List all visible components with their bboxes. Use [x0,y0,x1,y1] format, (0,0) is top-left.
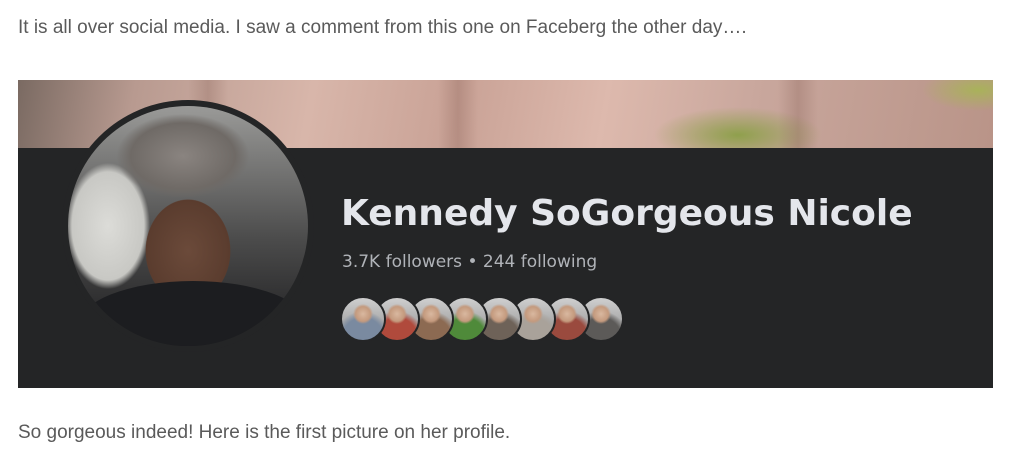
profile-avatar[interactable] [62,100,314,352]
profile-photo [68,106,308,346]
profile-name: Kennedy SoGorgeous Nicole [341,193,913,234]
profile-photo-jacket [78,281,308,346]
follow-stats: 3.7K followers • 244 following [342,251,597,273]
followers-count[interactable]: 3.7K followers [342,252,462,272]
intro-paragraph: It is all over social media. I saw a com… [18,17,747,38]
cover-fold-shade [778,80,818,148]
mutual-friends-avatars [340,296,700,342]
cover-fold-shade [438,80,478,148]
separator-dot: • [467,252,478,272]
friend-avatar[interactable] [340,296,386,342]
facebook-profile-card: Kennedy SoGorgeous Nicole 3.7K followers… [18,80,993,388]
following-count[interactable]: 244 following [483,252,597,272]
outro-paragraph: So gorgeous indeed! Here is the first pi… [18,422,511,443]
